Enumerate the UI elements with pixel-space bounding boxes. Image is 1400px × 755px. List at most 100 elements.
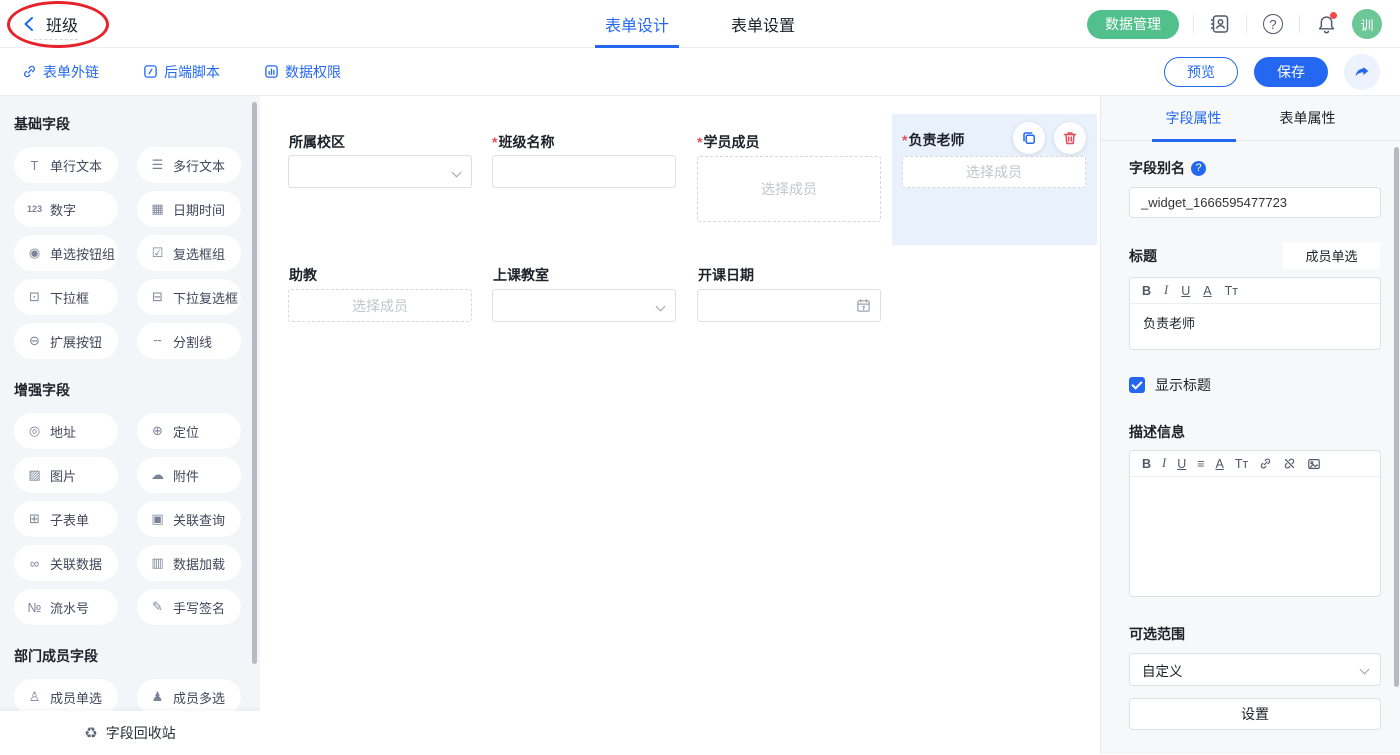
palette-item-linked-query[interactable]: ▣关联查询 — [137, 501, 241, 537]
datetime-icon: ▦ — [149, 201, 166, 217]
tab-field-properties[interactable]: 字段属性 — [1160, 96, 1228, 141]
show-title-checkbox-row[interactable]: 显示标题 — [1129, 375, 1380, 395]
field-alias-input[interactable] — [1129, 187, 1381, 218]
member-single-icon: ♙ — [26, 689, 43, 705]
delete-field-button[interactable] — [1054, 122, 1086, 154]
classroom-select[interactable] — [492, 289, 676, 322]
property-panel: 字段属性 表单属性 字段别名 ? 标题 成员单选 B I U A Tᴛ — [1100, 96, 1400, 754]
field-recycle-bin[interactable]: ♻ 字段回收站 — [0, 711, 260, 754]
linked-data-icon: ∞ — [26, 556, 43, 571]
italic-icon[interactable]: I — [1164, 283, 1168, 298]
chevron-down-icon — [1360, 665, 1370, 675]
backend-script-label: 后端脚本 — [164, 62, 220, 82]
palette-item-number[interactable]: 123数字 — [14, 191, 118, 227]
italic-icon[interactable]: I — [1162, 456, 1166, 471]
field-campus-label: 所属校区 — [289, 134, 345, 150]
underline-icon[interactable]: U — [1177, 457, 1186, 471]
bold-icon[interactable]: B — [1142, 284, 1151, 298]
palette-item-signature[interactable]: ✎手写签名 — [137, 589, 241, 625]
assistant-member-picker[interactable]: 选择成员 — [288, 289, 472, 322]
field-teacher-selected[interactable]: *负责老师 选择成员 — [892, 114, 1097, 245]
app-header: 班级 表单设计 表单设置 数据管理 ? 训 — [0, 0, 1400, 48]
avatar[interactable]: 训 — [1352, 9, 1382, 39]
header-actions: 数据管理 ? 训 — [1087, 0, 1382, 48]
external-link-button[interactable]: 表单外链 — [22, 62, 99, 82]
palette-item-checkbox-group[interactable]: ☑复选框组 — [137, 235, 241, 271]
title-editor: B I U A Tᴛ 负责老师 — [1129, 277, 1381, 350]
notification-bell-icon[interactable] — [1314, 12, 1338, 36]
teacher-member-picker[interactable]: 选择成员 — [902, 156, 1086, 188]
field-class-name[interactable]: *班级名称 — [492, 132, 676, 152]
field-classroom[interactable]: 上课教室 — [492, 265, 676, 285]
palette-item-datetime[interactable]: ▦日期时间 — [137, 191, 241, 227]
description-label: 描述信息 — [1129, 422, 1380, 442]
data-manage-button[interactable]: 数据管理 — [1087, 10, 1179, 39]
palette-item-multi-select[interactable]: ⊟下拉复选框 — [137, 279, 241, 315]
title-editor-content[interactable]: 负责老师 — [1130, 304, 1380, 349]
font-color-icon[interactable]: A — [1216, 457, 1224, 471]
tab-form-settings[interactable]: 表单设置 — [725, 0, 801, 48]
backend-script-button[interactable]: 后端脚本 — [143, 62, 220, 82]
bold-icon[interactable]: B — [1142, 457, 1151, 471]
insert-link-icon[interactable] — [1259, 457, 1272, 470]
palette-item-subform[interactable]: ⊞子表单 — [14, 501, 118, 537]
palette-item-location[interactable]: ⊕定位 — [137, 413, 241, 449]
back-button[interactable]: 班级 — [22, 0, 78, 48]
field-start-date[interactable]: 开课日期 — [697, 265, 881, 285]
field-assistant[interactable]: 助教 选择成员 — [288, 265, 472, 285]
palette-item-extend-button[interactable]: ⊖扩展按钮 — [14, 323, 118, 359]
description-editor: B I U ≡ A Tᴛ — [1129, 450, 1381, 597]
field-students[interactable]: *学员成员 选择成员 — [697, 132, 881, 152]
font-size-icon[interactable]: Tᴛ — [1235, 457, 1248, 471]
palette-item-member-single[interactable]: ♙成员单选 — [14, 679, 118, 715]
palette-item-member-multi[interactable]: ♟成员多选 — [137, 679, 241, 715]
class-name-input[interactable] — [492, 155, 676, 188]
insert-image-icon[interactable] — [1307, 457, 1321, 471]
duplicate-field-button[interactable] — [1013, 122, 1045, 154]
remove-link-icon[interactable] — [1283, 457, 1296, 470]
underline-icon[interactable]: U — [1181, 284, 1190, 298]
students-member-picker[interactable]: 选择成员 — [697, 156, 881, 222]
palette-item-data-load[interactable]: ▥数据加载 — [137, 545, 241, 581]
chevron-down-icon — [452, 168, 462, 178]
description-editor-content[interactable] — [1130, 477, 1380, 596]
font-size-icon[interactable]: Tᴛ — [1225, 284, 1238, 298]
align-icon[interactable]: ≡ — [1197, 457, 1204, 471]
field-campus[interactable]: 所属校区 — [288, 132, 472, 152]
help-icon[interactable]: ? — [1261, 12, 1285, 36]
recycle-icon: ♻ — [84, 724, 97, 742]
palette-item-image[interactable]: ▨图片 — [14, 457, 118, 493]
serial-number-icon: № — [26, 600, 43, 615]
palette-item-divider[interactable]: ╌分割线 — [137, 323, 241, 359]
data-permission-button[interactable]: 数据权限 — [264, 62, 341, 82]
chevron-down-icon — [656, 302, 666, 312]
data-load-icon: ▥ — [149, 555, 166, 571]
sidebar-scrollbar[interactable] — [252, 102, 257, 664]
save-button[interactable]: 保存 — [1254, 57, 1328, 87]
start-date-input[interactable] — [697, 289, 881, 322]
tab-form-properties[interactable]: 表单属性 — [1274, 96, 1342, 141]
panel-scrollbar[interactable] — [1394, 147, 1399, 687]
palette-item-serial-number[interactable]: №流水号 — [14, 589, 118, 625]
share-button[interactable] — [1344, 54, 1380, 90]
checkbox-checked-icon[interactable] — [1129, 377, 1145, 393]
palette-item-select[interactable]: ⊡下拉框 — [14, 279, 118, 315]
settings-button[interactable]: 设置 — [1129, 698, 1381, 730]
tab-form-design[interactable]: 表单设计 — [599, 0, 675, 48]
preview-button[interactable]: 预览 — [1164, 57, 1238, 87]
palette-item-attachment[interactable]: ☁附件 — [137, 457, 241, 493]
palette-item-radio-group[interactable]: ◉单选按钮组 — [14, 235, 118, 271]
single-line-text-icon: T — [26, 158, 43, 173]
range-select[interactable]: 自定义 — [1129, 653, 1381, 686]
palette-item-address[interactable]: ◎地址 — [14, 413, 118, 449]
form-canvas[interactable]: 所属校区 *班级名称 *学员成员 选择成员 *负责老师 选择成员 助教 选择成员 — [260, 96, 1100, 754]
campus-select[interactable] — [288, 155, 472, 188]
contact-book-icon[interactable] — [1208, 12, 1232, 36]
palette-item-multi-line-text[interactable]: ☰多行文本 — [137, 147, 241, 183]
show-title-label: 显示标题 — [1155, 375, 1211, 395]
header-tabs: 表单设计 表单设置 — [599, 0, 801, 48]
alias-help-icon[interactable]: ? — [1191, 161, 1206, 176]
palette-item-linked-data[interactable]: ∞关联数据 — [14, 545, 118, 581]
font-color-icon[interactable]: A — [1203, 284, 1211, 298]
palette-item-single-line-text[interactable]: T单行文本 — [14, 147, 118, 183]
